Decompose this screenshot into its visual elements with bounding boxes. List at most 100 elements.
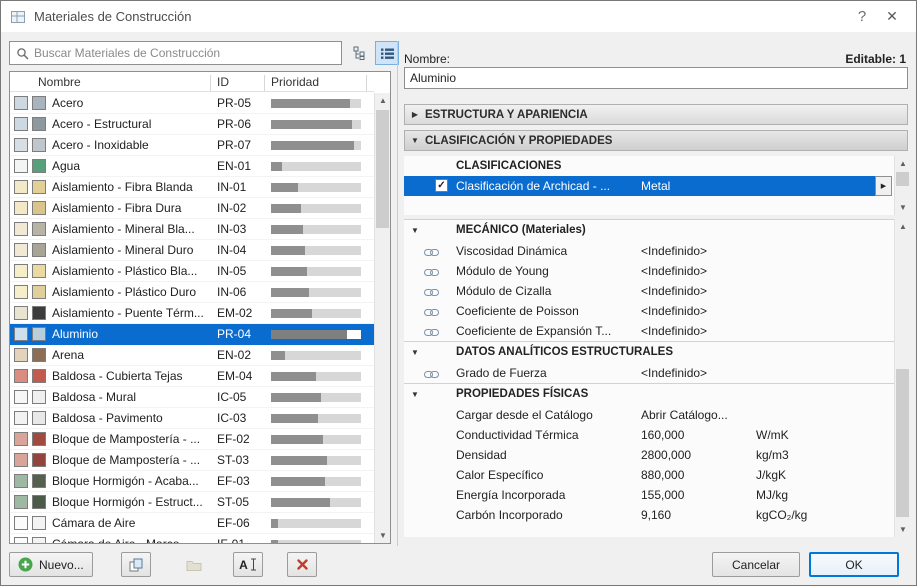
panel-divider[interactable] — [397, 41, 398, 546]
classification-checkbox[interactable]: ✓ — [435, 179, 448, 192]
material-row[interactable]: Aislamiento - Puente Térm...EM-02 — [10, 303, 374, 324]
property-label: Cargar desde el Catálogo — [456, 408, 593, 422]
priority-bar — [271, 540, 361, 544]
cut-swatch — [32, 138, 46, 152]
material-row[interactable]: Baldosa - MuralIC-05 — [10, 387, 374, 408]
classification-row[interactable]: ✓ Clasificación de Archicad - ... Metal … — [404, 176, 892, 196]
folder-icon — [186, 559, 202, 571]
material-name: Arena — [52, 348, 206, 362]
properties-scrollbar[interactable]: ▲ ▼ — [894, 219, 910, 537]
classification-scrollbar[interactable]: ▲ ▼ — [894, 156, 910, 215]
material-name-input[interactable] — [404, 67, 908, 89]
scroll-up-icon[interactable]: ▲ — [895, 219, 911, 234]
material-row[interactable]: ArenaEN-02 — [10, 345, 374, 366]
property-value[interactable]: 2800,000 — [641, 448, 691, 462]
scrollbar-thumb[interactable] — [896, 172, 909, 186]
material-row[interactable]: AguaEN-01 — [10, 156, 374, 177]
property-label: Densidad — [456, 448, 507, 462]
column-header-name[interactable]: Nombre — [38, 75, 81, 89]
section-structure-appearance[interactable]: ▶ ESTRUCTURA Y APARIENCIA — [404, 104, 908, 125]
building-materials-dialog: Materiales de Construcción ? ✕ Nombre ID… — [0, 0, 917, 586]
cut-swatch — [32, 537, 46, 544]
priority-bar — [271, 267, 361, 276]
material-row[interactable]: Acero - EstructuralPR-06 — [10, 114, 374, 135]
list-view-button[interactable] — [375, 41, 399, 65]
property-group-header[interactable]: ▼MECÁNICO (Materiales) — [404, 219, 894, 241]
column-header-id[interactable]: ID — [217, 75, 229, 89]
scroll-down-icon[interactable]: ▼ — [895, 200, 911, 215]
scroll-up-icon[interactable]: ▲ — [375, 93, 391, 108]
column-header-priority[interactable]: Prioridad — [271, 75, 319, 89]
tree-view-button[interactable] — [349, 41, 373, 65]
property-value[interactable]: <Indefinido> — [641, 244, 707, 258]
property-label: Conductividad Térmica — [456, 428, 579, 442]
material-row[interactable]: AluminioPR-04 — [10, 324, 374, 345]
cut-swatch — [32, 117, 46, 131]
surface-swatch — [14, 138, 28, 152]
material-row[interactable]: Baldosa - Cubierta TejasEM-04 — [10, 366, 374, 387]
property-value[interactable]: 9,160 — [641, 508, 671, 522]
property-value[interactable]: <Indefinido> — [641, 284, 707, 298]
property-value[interactable]: 880,000 — [641, 468, 684, 482]
material-row[interactable]: Baldosa - PavimentoIC-03 — [10, 408, 374, 429]
material-row[interactable]: Aislamiento - Mineral DuroIN-04 — [10, 240, 374, 261]
priority-bar — [271, 120, 361, 129]
material-row[interactable]: Cámara de AireEF-06 — [10, 513, 374, 534]
material-row[interactable]: Aislamiento - Plástico Bla...IN-05 — [10, 261, 374, 282]
property-row: Calor Específico880,000J/kgK — [404, 465, 894, 485]
property-value[interactable]: 155,000 — [641, 488, 684, 502]
search-box — [9, 41, 342, 65]
delete-button[interactable] — [287, 552, 317, 577]
priority-bar — [271, 351, 361, 360]
scroll-up-icon[interactable]: ▲ — [895, 156, 911, 171]
cancel-button[interactable]: Cancelar — [712, 552, 800, 577]
property-value[interactable]: 160,000 — [641, 428, 684, 442]
surface-swatch — [14, 327, 28, 341]
material-row[interactable]: Aislamiento - Fibra BlandaIN-01 — [10, 177, 374, 198]
material-row[interactable]: Bloque de Mampostería - ...EF-02 — [10, 429, 374, 450]
property-value[interactable]: <Indefinido> — [641, 324, 707, 338]
text-cursor-icon — [250, 558, 257, 571]
material-row[interactable]: Aislamiento - Mineral Bla...IN-03 — [10, 219, 374, 240]
property-group-header[interactable]: ▼DATOS ANALÍTICOS ESTRUCTURALES — [404, 341, 894, 363]
classification-picker-button[interactable]: ▶ — [875, 176, 892, 196]
section-classification-properties[interactable]: ▼ CLASIFICACIÓN Y PROPIEDADES — [404, 130, 908, 151]
classifications-header: CLASIFICACIONES — [404, 156, 910, 176]
link-icon — [424, 306, 439, 320]
material-name: Aislamiento - Plástico Duro — [52, 285, 206, 299]
search-input[interactable] — [34, 43, 339, 63]
link-icon — [424, 368, 439, 382]
material-row[interactable]: Acero - InoxidablePR-07 — [10, 135, 374, 156]
property-group-header[interactable]: ▼PROPIEDADES FÍSICAS — [404, 383, 894, 405]
duplicate-button[interactable] — [121, 552, 151, 577]
material-row[interactable]: Aislamiento - Fibra DuraIN-02 — [10, 198, 374, 219]
material-row[interactable]: Bloque de Mampostería - ...ST-03 — [10, 450, 374, 471]
material-row[interactable]: Bloque Hormigón - Acaba...EF-03 — [10, 471, 374, 492]
scroll-down-icon[interactable]: ▼ — [375, 528, 391, 543]
scrollbar-thumb[interactable] — [896, 369, 909, 517]
cut-swatch — [32, 495, 46, 509]
materials-scrollbar[interactable]: ▲ ▼ — [374, 93, 390, 543]
property-label: Módulo de Young — [456, 264, 549, 278]
material-row[interactable]: Bloque Hormigón - Estruct...ST-05 — [10, 492, 374, 513]
priority-bar — [271, 288, 361, 297]
property-row: Coeficiente de Poisson<Indefinido> — [404, 301, 894, 321]
scrollbar-thumb[interactable] — [376, 110, 389, 228]
scroll-down-icon[interactable]: ▼ — [895, 522, 911, 537]
property-value[interactable]: Abrir Catálogo... — [641, 408, 728, 422]
material-id: EM-04 — [217, 369, 252, 383]
material-row[interactable]: Aislamiento - Plástico DuroIN-06 — [10, 282, 374, 303]
material-row[interactable]: AceroPR-05 — [10, 93, 374, 114]
property-value[interactable]: <Indefinido> — [641, 264, 707, 278]
help-button[interactable]: ? — [847, 2, 877, 32]
material-row[interactable]: Cámara de Aire - MarcoIF-01 — [10, 534, 374, 544]
property-value[interactable]: <Indefinido> — [641, 304, 707, 318]
material-name: Acero — [52, 96, 206, 110]
surface-swatch — [14, 474, 28, 488]
material-id: EN-01 — [217, 159, 251, 173]
new-button[interactable]: Nuevo... — [9, 552, 93, 577]
ok-button[interactable]: OK — [809, 552, 899, 577]
rename-button[interactable]: A — [233, 552, 263, 577]
property-value[interactable]: <Indefinido> — [641, 366, 707, 380]
close-button[interactable]: ✕ — [877, 2, 907, 32]
